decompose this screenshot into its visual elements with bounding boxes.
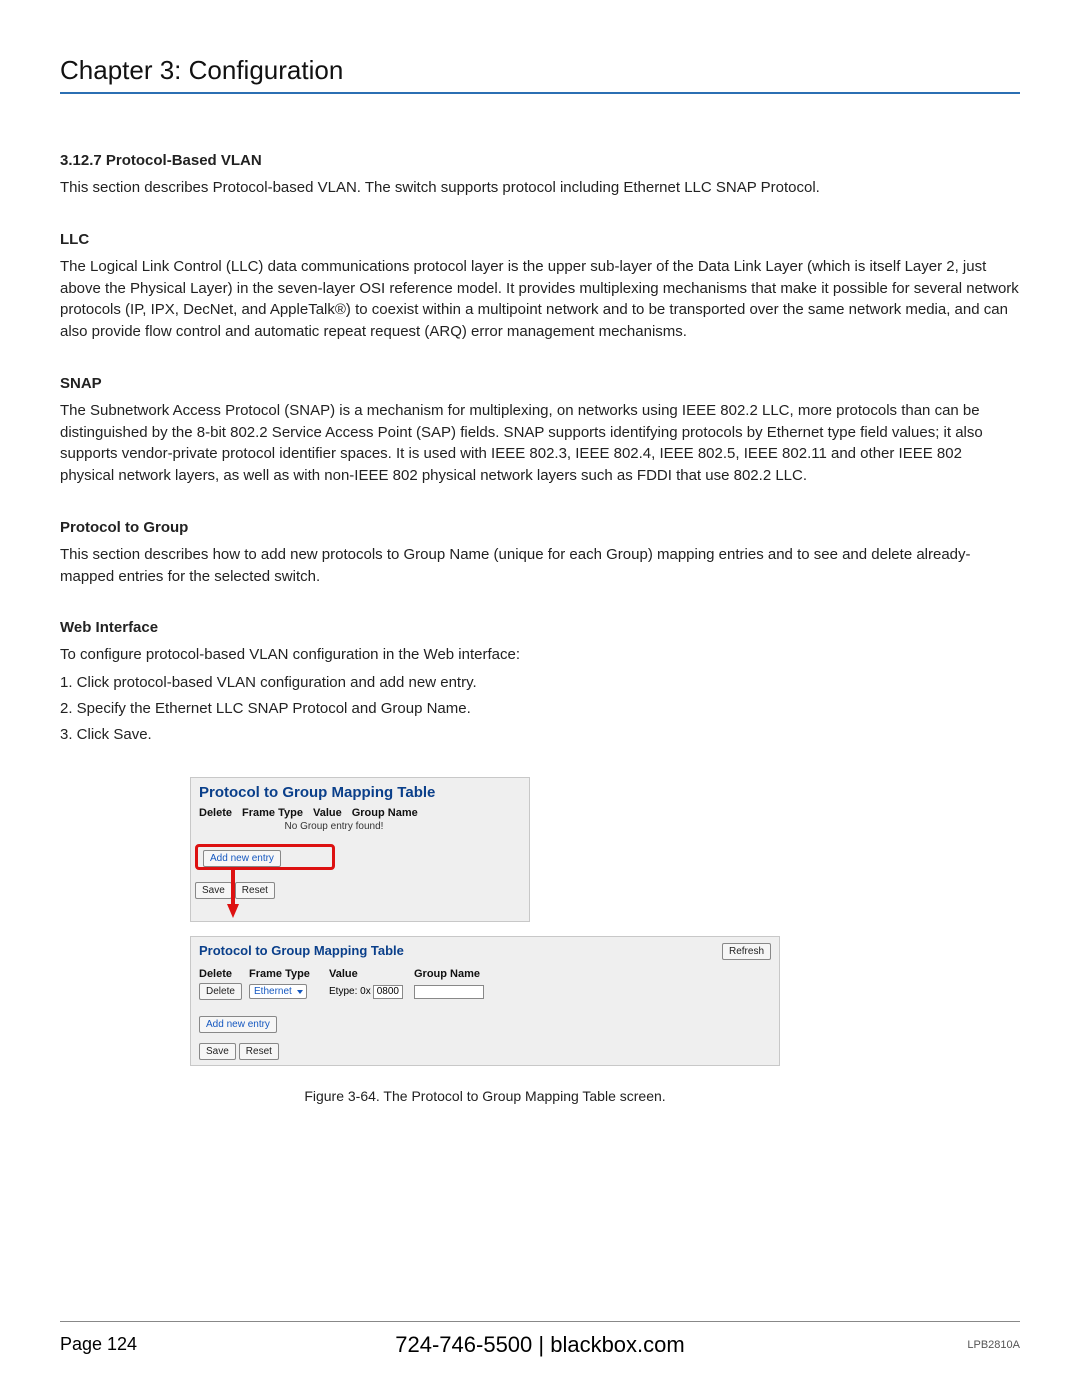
section-llc: LLC The Logical Link Control (LLC) data …	[60, 231, 1020, 343]
section-heading: SNAP	[60, 375, 1020, 392]
document-page: Chapter 3: Configuration 3.12.7 Protocol…	[0, 0, 1080, 1397]
arrow-stem-icon	[231, 870, 235, 904]
col-frame-type: Frame Type	[249, 968, 319, 980]
chapter-title: Chapter 3: Configuration	[60, 55, 1020, 94]
arrow-head-icon	[227, 904, 239, 918]
etype-value-input[interactable]	[373, 985, 403, 999]
etype-prefix-label: Etype: 0x	[329, 986, 371, 997]
col-group-name: Group Name	[414, 968, 494, 980]
panel-title: Protocol to Group Mapping Table	[199, 784, 521, 801]
page-footer: Page 124 724-746-5500 | blackbox.com LPB…	[60, 1321, 1020, 1355]
footer-contact: 724-746-5500 | blackbox.com	[60, 1332, 1020, 1358]
action-row: Save Reset	[199, 1043, 771, 1060]
section-snap: SNAP The Subnetwork Access Protocol (SNA…	[60, 375, 1020, 487]
panel-title: Protocol to Group Mapping Table	[199, 943, 771, 958]
section-body: The Subnetwork Access Protocol (SNAP) is…	[60, 400, 1020, 487]
section-heading: Protocol to Group	[60, 519, 1020, 536]
section-web-interface: Web Interface To configure protocol-base…	[60, 619, 1020, 745]
col-frame-type: Frame Type	[242, 807, 303, 819]
delete-row-button[interactable]: Delete	[199, 983, 242, 1000]
step-item: 3. Click Save.	[60, 724, 1020, 746]
add-new-entry-button[interactable]: Add new entry	[199, 1016, 277, 1033]
refresh-button[interactable]: Refresh	[722, 943, 771, 960]
section-body: The Logical Link Control (LLC) data comm…	[60, 256, 1020, 343]
figure-caption: Figure 3-64. The Protocol to Group Mappi…	[190, 1088, 780, 1104]
model-number: LPB2810A	[967, 1339, 1020, 1351]
group-name-input[interactable]	[414, 985, 484, 999]
step-list: 1. Click protocol-based VLAN configurati…	[60, 672, 1020, 745]
save-button[interactable]: Save	[195, 882, 232, 899]
section-body: This section describes how to add new pr…	[60, 544, 1020, 588]
frame-type-select[interactable]: Ethernet	[249, 984, 307, 999]
col-delete: Delete	[199, 968, 239, 980]
section-protocol-to-group: Protocol to Group This section describes…	[60, 519, 1020, 588]
empty-state-text: No Group entry found!	[199, 821, 469, 832]
save-button[interactable]: Save	[199, 1043, 236, 1060]
figure-wrapper: Protocol to Group Mapping Table Delete F…	[190, 777, 780, 1104]
screenshot-mapping-table-row: Protocol to Group Mapping Table Refresh …	[190, 936, 780, 1066]
section-heading: Web Interface	[60, 619, 1020, 636]
col-group-name: Group Name	[352, 807, 418, 819]
table-header-row: Delete Frame Type Value Group Name	[199, 968, 771, 980]
section-heading: LLC	[60, 231, 1020, 248]
section-intro: To configure protocol-based VLAN configu…	[60, 644, 1020, 666]
section-heading: 3.12.7 Protocol-Based VLAN	[60, 152, 1020, 169]
col-value: Value	[329, 968, 404, 980]
reset-button[interactable]: Reset	[235, 882, 275, 899]
page-number: Page 124	[60, 1334, 137, 1355]
section-body: This section describes Protocol-based VL…	[60, 177, 1020, 199]
value-cell: Etype: 0x	[329, 985, 404, 999]
highlight-box-icon	[195, 844, 335, 870]
table-row: Delete Ethernet Etype: 0x	[199, 983, 771, 1000]
step-item: 2. Specify the Ethernet LLC SNAP Protoco…	[60, 698, 1020, 720]
col-delete: Delete	[199, 807, 232, 819]
screenshot-mapping-table-empty: Protocol to Group Mapping Table Delete F…	[190, 777, 530, 922]
table-header-row: Delete Frame Type Value Group Name	[199, 807, 521, 819]
section-3-12-7: 3.12.7 Protocol-Based VLAN This section …	[60, 152, 1020, 199]
col-value: Value	[313, 807, 342, 819]
step-item: 1. Click protocol-based VLAN configurati…	[60, 672, 1020, 694]
reset-button[interactable]: Reset	[239, 1043, 279, 1060]
add-entry-row: Add new entry	[199, 1014, 771, 1033]
